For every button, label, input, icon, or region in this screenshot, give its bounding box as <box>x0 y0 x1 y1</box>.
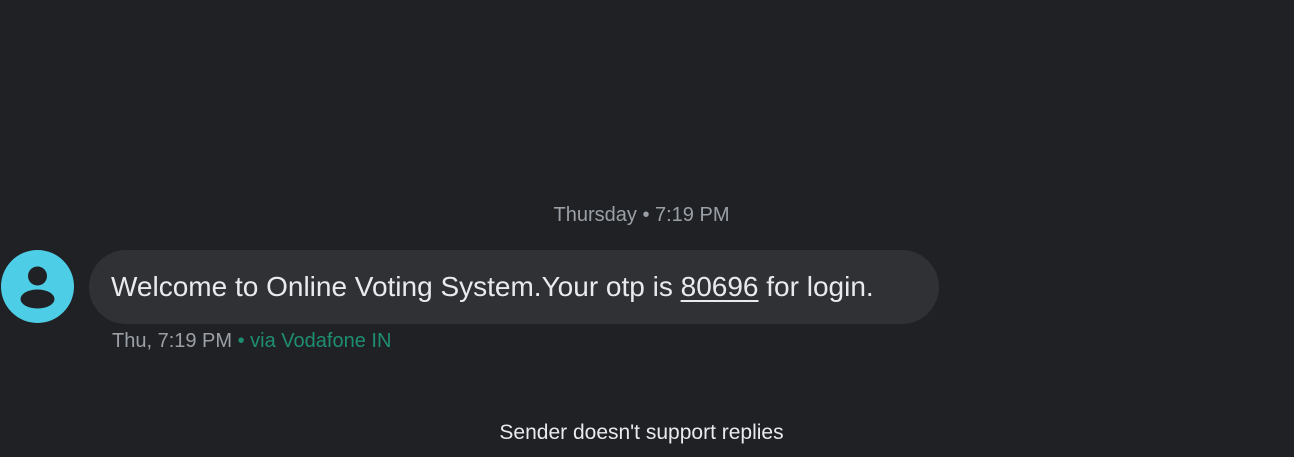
otp-code-link[interactable]: 80696 <box>681 271 759 302</box>
date-divider: Thursday • 7:19 PM <box>553 204 730 226</box>
message-text-start: Welcome to Online Voting System.Your otp… <box>111 271 681 302</box>
message-timestamp: Thu, 7:19 PM <box>112 330 233 352</box>
message-text-end: for login. <box>758 271 874 302</box>
sender-avatar[interactable] <box>1 250 74 323</box>
no-reply-notice: Sender doesn't support replies <box>499 421 784 444</box>
message-meta: Thu, 7:19 PM • via Vodafone IN <box>112 327 391 355</box>
person-icon <box>20 266 55 309</box>
carrier-label: • via Vodafone IN <box>232 330 392 352</box>
message-bubble[interactable]: Welcome to Online Voting System.Your otp… <box>89 250 939 324</box>
